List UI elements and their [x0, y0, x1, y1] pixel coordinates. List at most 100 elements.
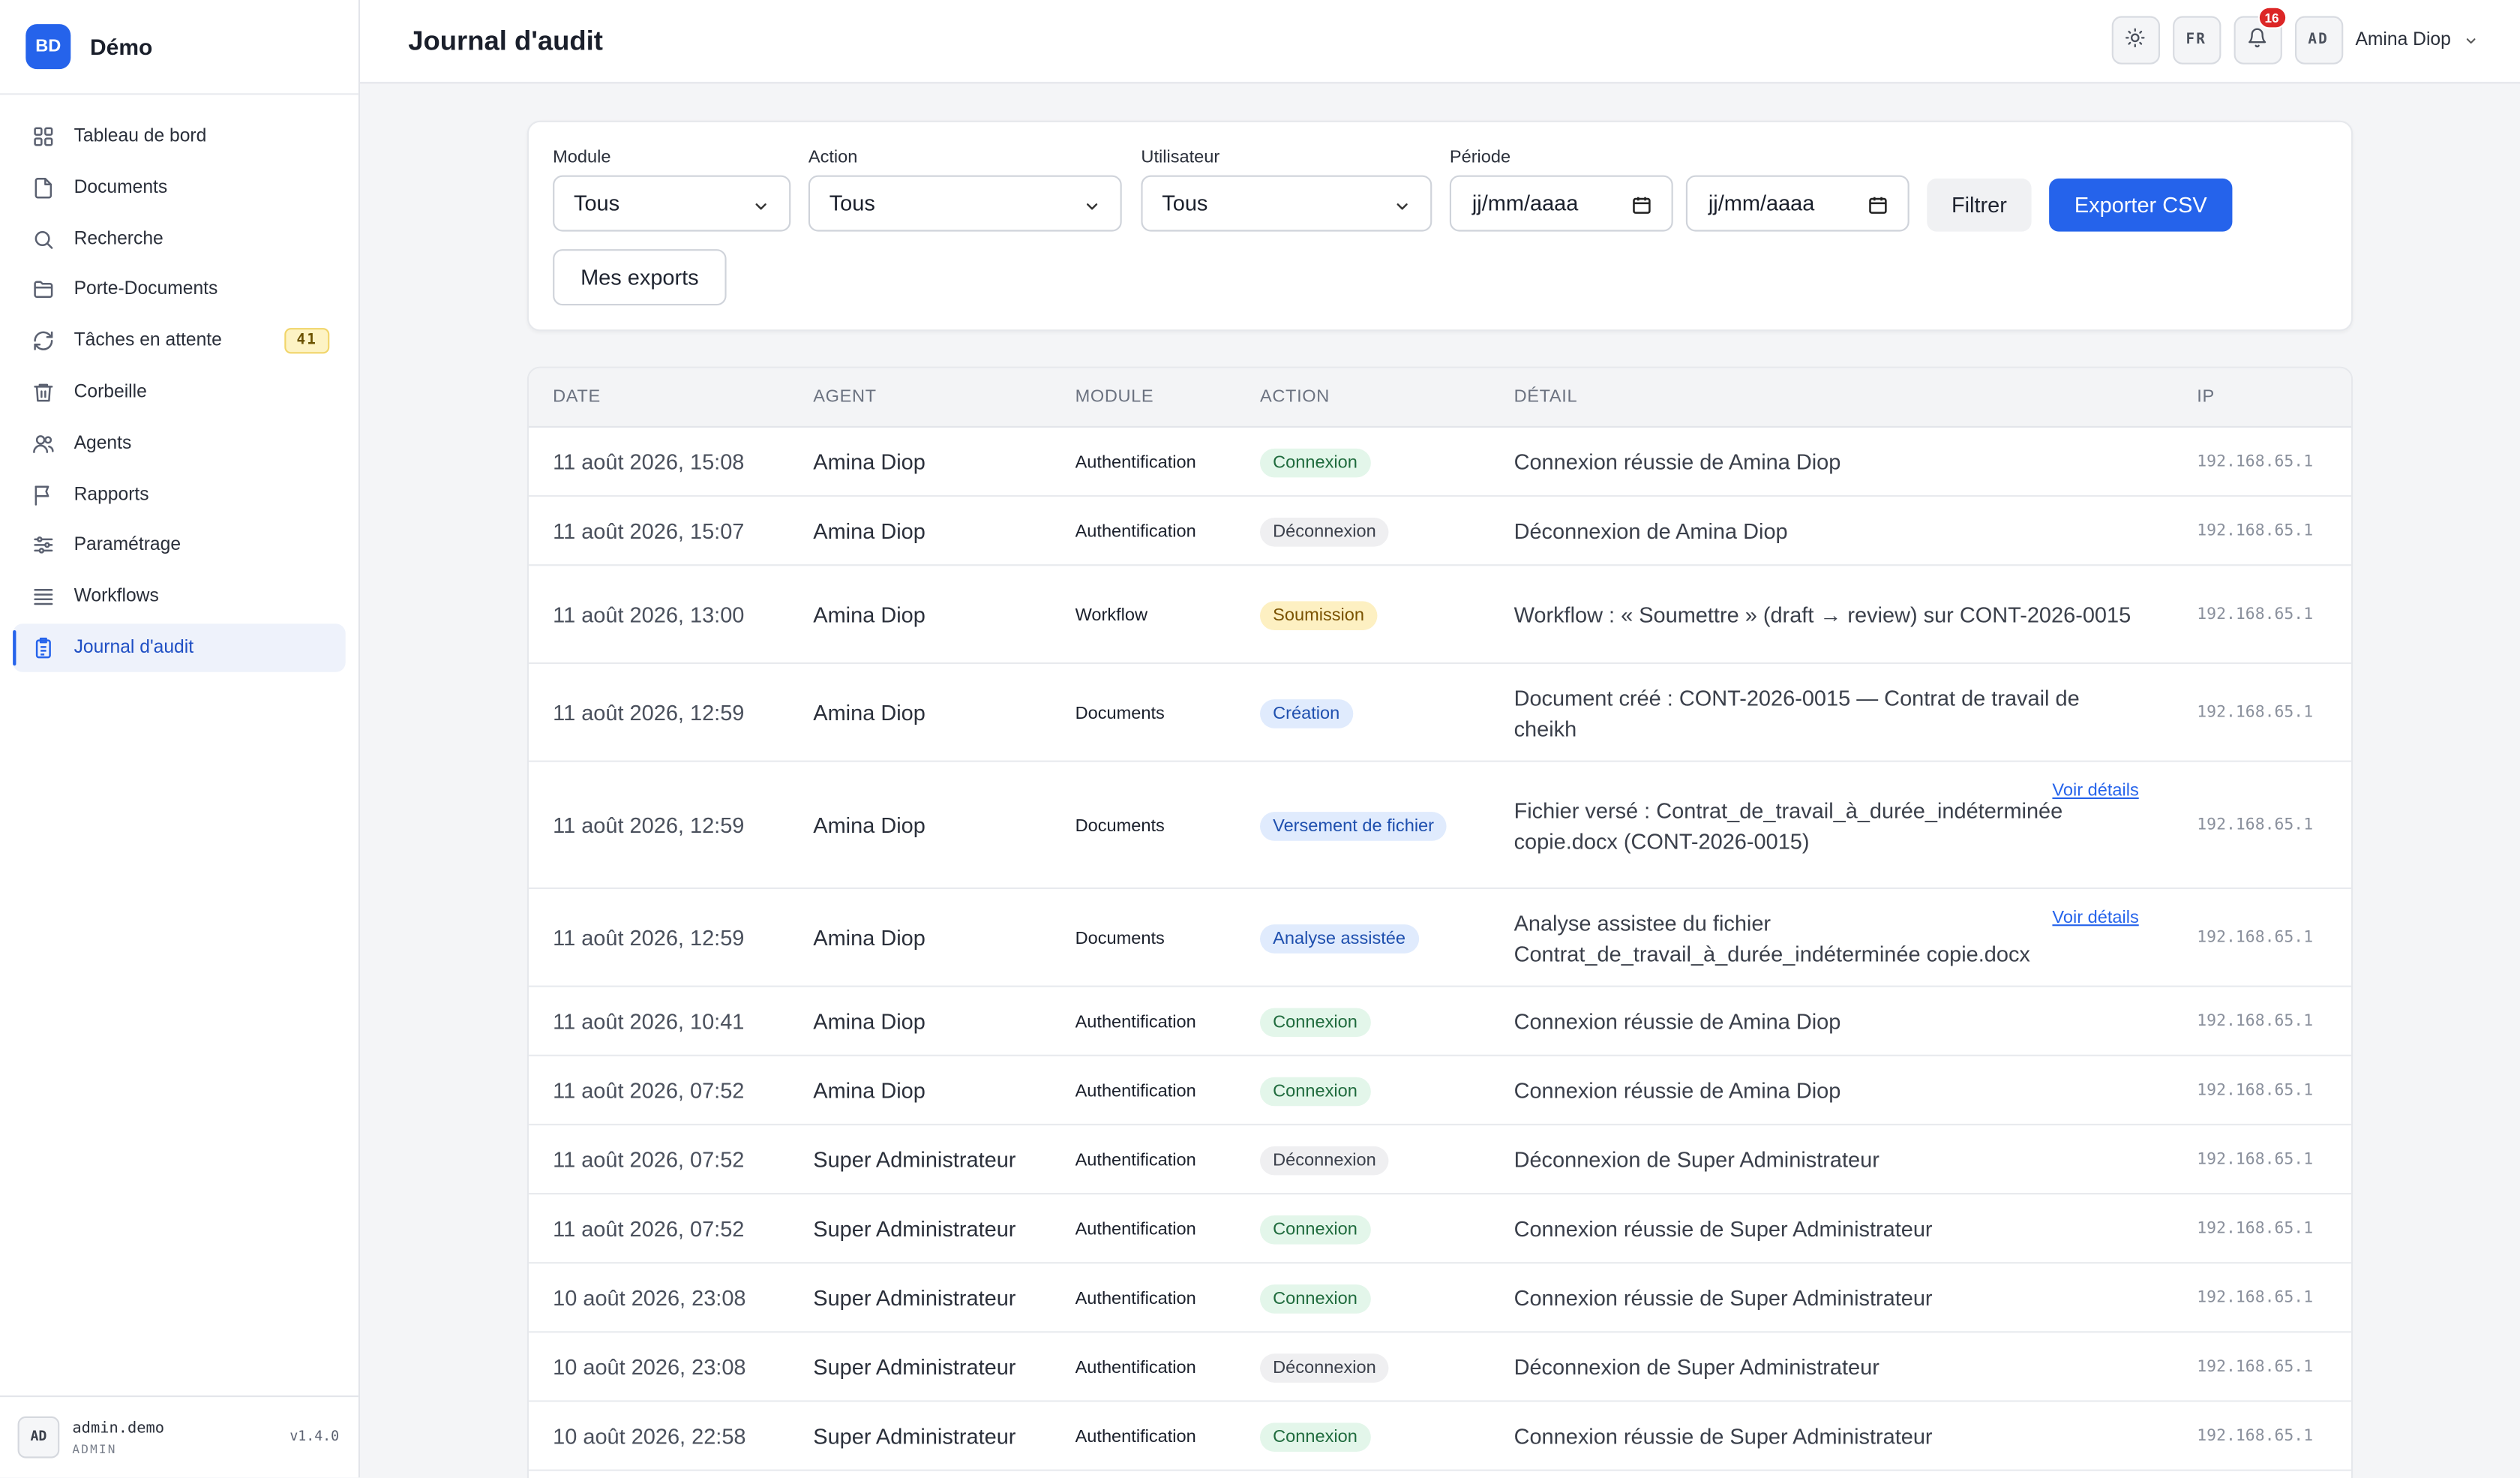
- action-select[interactable]: Tous: [808, 175, 1122, 232]
- row-ip: 192.168.65.1: [2197, 1151, 2314, 1169]
- column-header-detail[interactable]: DÉTAIL: [1514, 387, 1578, 407]
- column-header-action[interactable]: ACTION: [1260, 387, 1330, 407]
- table-row[interactable]: 11 août 2026, 12:59 Amina Diop Documents An…: [529, 889, 2351, 987]
- user-menu[interactable]: Amina Diop: [2355, 31, 2478, 50]
- sliders-icon: [32, 534, 55, 557]
- footer-user: admin.demo ADMIN: [72, 1419, 164, 1455]
- theme-toggle-button[interactable]: [2110, 16, 2160, 65]
- notifications-button[interactable]: 16: [2233, 6, 2287, 65]
- calendar-icon[interactable]: [1868, 194, 1888, 215]
- filter-button[interactable]: Filtrer: [1927, 178, 2032, 232]
- row-ip: 192.168.65.1: [2197, 1427, 2314, 1446]
- row-module: Authentification: [1075, 1426, 1196, 1446]
- table-row[interactable]: 11 août 2026, 07:52 Super Administrateur A…: [529, 1194, 2351, 1264]
- row-action: Connexion: [1260, 1263, 1370, 1332]
- brand-logo: BD: [26, 24, 71, 70]
- sidebar-item-clipboard[interactable]: Journal d'audit: [13, 623, 346, 672]
- action-badge: Soumission: [1260, 600, 1378, 629]
- row-date: 11 août 2026, 12:59: [553, 926, 745, 951]
- footer-username: admin.demo: [72, 1419, 165, 1437]
- row-detail-text: Déconnexion de Super Administrateur: [1514, 1355, 1880, 1380]
- page-title: Journal d'audit: [408, 25, 603, 56]
- avatar[interactable]: AD: [17, 1416, 60, 1458]
- row-action: Connexion: [1260, 1194, 1370, 1263]
- action-badge: Analyse assistée: [1260, 924, 1419, 953]
- trash-icon: [32, 381, 55, 404]
- sidebar-item-label: Tâches en attente: [74, 331, 222, 351]
- export-csv-button[interactable]: Exporter CSV: [2049, 178, 2233, 232]
- user-select-value: Tous: [1162, 191, 1208, 216]
- row-module: Authentification: [1075, 1357, 1196, 1377]
- row-detail: Fichier versé : Contrat_de_travail_à_dur…: [1514, 762, 2133, 889]
- table-row[interactable]: 10 août 2026, 23:08 Super Administrateur A…: [529, 1332, 2351, 1402]
- view-details-link[interactable]: Voir détails: [2052, 909, 2138, 928]
- search-icon: [32, 227, 55, 250]
- action-badge: Versement de fichier: [1260, 811, 1448, 840]
- sidebar-item-sliders[interactable]: Paramétrage: [13, 521, 346, 569]
- calendar-icon[interactable]: [1631, 194, 1652, 215]
- row-detail: Connexion réussie de Super Administrateu…: [1514, 1402, 2133, 1471]
- row-ip: 192.168.65.1: [2197, 1358, 2314, 1377]
- language-button[interactable]: FR: [2172, 16, 2221, 65]
- view-details-link[interactable]: Voir détails: [2052, 781, 2138, 801]
- row-ip: 192.168.65.1: [2197, 1082, 2314, 1100]
- row-action: Connexion: [1260, 428, 1370, 497]
- row-agent: Amina Diop: [813, 602, 926, 627]
- sidebar-item-refresh[interactable]: Tâches en attente 41: [13, 317, 346, 365]
- sidebar-item-document[interactable]: Documents: [13, 164, 346, 212]
- sidebar-item-folder[interactable]: Porte-Documents: [13, 266, 346, 314]
- table-row[interactable]: 11 août 2026, 07:52 Amina Diop Authentific…: [529, 1056, 2351, 1125]
- module-select[interactable]: Tous: [553, 175, 791, 232]
- sidebar-item-list[interactable]: Workflows: [13, 572, 346, 620]
- flag-icon: [32, 483, 55, 506]
- sidebar-item-flag[interactable]: Rapports: [13, 470, 346, 518]
- column-header-date[interactable]: DATE: [553, 387, 601, 407]
- table-row[interactable]: 10 août 2026, 23:08 Super Administrateur A…: [529, 1263, 2351, 1333]
- row-ip: 192.168.65.1: [2197, 1220, 2314, 1238]
- table-row[interactable]: 11 août 2026, 12:59 Amina Diop Documents Cr…: [529, 664, 2351, 762]
- row-module: Authentification: [1075, 1081, 1196, 1101]
- date-from-input[interactable]: jj/mm/aaaa: [1449, 175, 1673, 232]
- sidebar-item-users[interactable]: Agents: [13, 419, 346, 467]
- sidebar-item-search[interactable]: Recherche: [13, 215, 346, 263]
- table-row[interactable]: 11 août 2026, 13:00 Amina Diop Workflow Sou…: [529, 566, 2351, 664]
- user-avatar[interactable]: AD: [2294, 16, 2343, 65]
- row-action: Soumission: [1260, 566, 1378, 664]
- sidebar-item-dashboard[interactable]: Tableau de bord: [13, 113, 346, 161]
- sidebar-item-label: Rapports: [74, 485, 149, 504]
- table-row[interactable]: 11 août 2026, 07:52 Super Administrateur A…: [529, 1125, 2351, 1195]
- row-module: Authentification: [1075, 521, 1196, 542]
- document-icon: [32, 176, 55, 199]
- row-action: Connexion: [1260, 987, 1370, 1056]
- row-detail-text: Déconnexion de Amina Diop: [1514, 519, 1788, 544]
- sidebar-item-label: Porte-Documents: [74, 280, 218, 300]
- row-date: 11 août 2026, 15:08: [553, 450, 745, 475]
- sidebar-item-label: Corbeille: [74, 382, 147, 402]
- clipboard-icon: [32, 637, 55, 659]
- row-ip: 192.168.65.1: [2197, 605, 2314, 624]
- column-header-ip[interactable]: IP: [2197, 387, 2215, 407]
- column-header-agent[interactable]: AGENT: [813, 387, 876, 407]
- row-action: Versement de fichier: [1260, 762, 1448, 889]
- table-row[interactable]: 10 août 2026, 22:58 Super Administrateur A…: [529, 1402, 2351, 1471]
- brand[interactable]: BD Démo: [0, 0, 358, 95]
- table-row[interactable]: 11 août 2026, 10:41 Amina Diop Authentific…: [529, 987, 2351, 1056]
- table-row[interactable]: 11 août 2026, 15:08 Amina Diop Authentific…: [529, 428, 2351, 497]
- table-row[interactable]: 11 août 2026, 15:07 Amina Diop Authentific…: [529, 497, 2351, 566]
- table-row[interactable]: 11 août 2026, 12:59 Amina Diop Documents Ve…: [529, 762, 2351, 889]
- user-select[interactable]: Tous: [1141, 175, 1432, 232]
- column-header-module[interactable]: MODULE: [1076, 387, 1154, 407]
- row-detail-text: Déconnexion de Super Administrateur: [1514, 1148, 1880, 1173]
- row-date: 11 août 2026, 15:07: [553, 519, 745, 544]
- row-ip: 192.168.65.1: [2197, 522, 2314, 540]
- my-exports-button[interactable]: Mes exports: [553, 249, 727, 306]
- row-module: Authentification: [1075, 1011, 1196, 1032]
- row-agent: Amina Diop: [813, 1009, 926, 1034]
- action-badge: Connexion: [1260, 447, 1370, 477]
- sidebar-item-trash[interactable]: Corbeille: [13, 368, 346, 416]
- row-detail-text: Analyse assistee du fichier Contrat_de_t…: [1514, 910, 2030, 966]
- date-to-input[interactable]: jj/mm/aaaa: [1685, 175, 1910, 232]
- action-badge: Déconnexion: [1260, 1145, 1389, 1175]
- row-date: 11 août 2026, 07:52: [553, 1078, 745, 1103]
- app-version: v1.4.0: [290, 1429, 340, 1446]
